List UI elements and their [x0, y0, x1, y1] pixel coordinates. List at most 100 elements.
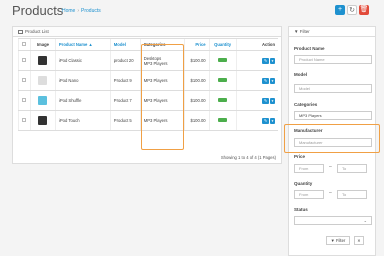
status-select[interactable]: ⌄: [294, 216, 372, 225]
table-row: iPod Nano Product 9 MP3 Players $100.00 …: [18, 70, 278, 91]
row-quantity-cell: [208, 70, 237, 91]
product-table: Image Product Name ▲ Model Categories Pr…: [18, 38, 278, 131]
row-image-cell: [29, 50, 56, 71]
model-label: Model: [294, 72, 307, 77]
row-image-cell: [29, 70, 56, 91]
quantity-badge: [218, 78, 228, 82]
col-model[interactable]: Model: [109, 38, 141, 51]
row-price: $100.00: [183, 90, 210, 111]
edit-button[interactable]: ✎: [262, 77, 269, 84]
product-name-input[interactable]: Product Name: [294, 55, 372, 64]
row-price: $100.00: [183, 110, 210, 131]
row-action-cell: ✎ ▼: [235, 50, 278, 71]
table-header-row: Image Product Name ▲ Model Categories Pr…: [18, 38, 278, 51]
filter-header: ▼ Filter: [289, 27, 375, 37]
edit-button[interactable]: ✎: [262, 117, 269, 124]
row-model: product 20: [109, 50, 141, 71]
action-dropdown-toggle[interactable]: ▼: [270, 77, 275, 84]
row-categories: Desktops MP3 Players: [139, 50, 185, 71]
product-list-title: Product List: [25, 29, 49, 34]
model-input[interactable]: Model: [294, 84, 372, 93]
table-row: iPod Touch Product 5 MP3 Players $100.00…: [18, 110, 278, 131]
categories-input[interactable]: MP3 Players: [294, 111, 372, 120]
row-checkbox[interactable]: [22, 118, 27, 122]
row-action-cell: ✎ ▼: [235, 70, 278, 91]
price-to-input[interactable]: To: [337, 164, 367, 173]
quantity-from-input[interactable]: From: [294, 190, 324, 199]
row-image-cell: [29, 110, 56, 131]
filter-panel: ▼ Filter Product Name Product Name Model…: [288, 26, 376, 256]
action-dropdown-toggle[interactable]: ▼: [270, 97, 275, 104]
quantity-range-dash: –: [329, 190, 332, 196]
row-select-cell: [18, 50, 31, 71]
edit-button[interactable]: ✎: [262, 57, 269, 64]
row-category: MP3 Players: [143, 60, 168, 66]
row-action-cell: ✎ ▼: [235, 110, 278, 131]
row-checkbox[interactable]: [22, 98, 27, 102]
row-checkbox[interactable]: [22, 58, 27, 62]
row-image-cell: [29, 90, 56, 111]
col-action: Action: [235, 38, 278, 51]
delete-button[interactable]: 🗑: [359, 5, 369, 15]
row-product-name: iPod Shuffle: [54, 90, 111, 111]
row-quantity-cell: [208, 50, 237, 71]
chevron-down-icon: ⌄: [363, 218, 367, 223]
status-label: Status: [294, 207, 308, 212]
list-icon: [18, 30, 23, 34]
row-quantity-cell: [208, 110, 237, 131]
filter-button-label: Filter: [336, 238, 346, 243]
row-product-name: iPod Classic: [54, 50, 111, 71]
product-thumbnail: [38, 76, 48, 85]
row-product-name: iPod Nano: [54, 70, 111, 91]
product-thumbnail: [38, 96, 48, 105]
price-from-input[interactable]: From: [294, 164, 324, 173]
product-name-label: Product Name: [294, 46, 325, 51]
breadcrumb-products-link[interactable]: Products: [81, 8, 101, 14]
col-quantity[interactable]: Quantity: [208, 38, 237, 51]
col-price[interactable]: Price: [183, 38, 210, 51]
product-thumbnail: [38, 116, 48, 125]
table-row: iPod Shuffle Product 7 MP3 Players $100.…: [18, 90, 278, 111]
action-dropdown-toggle[interactable]: ▼: [270, 117, 275, 124]
row-select-cell: [18, 70, 31, 91]
breadcrumb-home-link[interactable]: Home: [62, 8, 75, 14]
manufacturer-label: Manufacturer: [294, 128, 323, 133]
row-select-cell: [18, 90, 31, 111]
manufacturer-input[interactable]: Manufacturer: [294, 138, 372, 147]
page-title: Products: [12, 3, 64, 18]
clear-filter-button[interactable]: ✕: [354, 236, 364, 245]
funnel-icon: ▼: [330, 238, 335, 243]
row-categories: MP3 Players: [139, 70, 185, 91]
quantity-to-input[interactable]: To: [337, 190, 367, 199]
pagination-text: Showing 1 to 4 of 4 (1 Pages): [220, 155, 276, 160]
edit-button[interactable]: ✎: [262, 97, 269, 104]
quantity-badge: [218, 98, 228, 102]
add-new-button[interactable]: +: [335, 5, 345, 15]
row-price: $100.00: [183, 70, 210, 91]
col-image: Image: [29, 38, 56, 51]
row-product-name: iPod Touch: [54, 110, 111, 131]
rebuild-button[interactable]: ↻: [347, 5, 357, 15]
price-range-dash: –: [329, 164, 332, 170]
table-row: iPod Classic product 20 Desktops MP3 Play…: [18, 50, 278, 71]
product-list-panel: Product List Image Product Name ▲ Model …: [12, 26, 282, 164]
col-product-name[interactable]: Product Name ▲: [54, 38, 111, 51]
row-checkbox[interactable]: [22, 78, 27, 82]
product-list-header: Product List: [13, 27, 281, 37]
action-dropdown-toggle[interactable]: ▼: [270, 57, 275, 64]
row-quantity-cell: [208, 90, 237, 111]
filter-button[interactable]: ▼ Filter: [326, 236, 350, 245]
row-categories: MP3 Players: [139, 110, 185, 131]
breadcrumb-separator: ›: [77, 8, 80, 14]
quantity-badge: [218, 118, 228, 122]
row-categories: MP3 Players: [139, 90, 185, 111]
categories-label: Categories: [294, 102, 318, 107]
row-model: Product 9: [109, 70, 141, 91]
row-model: Product 5: [109, 110, 141, 131]
select-all-checkbox[interactable]: [22, 42, 27, 46]
page-header: Products Home › Products + ↻ 🗑: [0, 0, 384, 26]
quantity-badge: [218, 58, 228, 62]
col-categories: Categories: [139, 38, 185, 51]
select-all-cell: [18, 38, 31, 51]
product-thumbnail: [38, 56, 48, 65]
